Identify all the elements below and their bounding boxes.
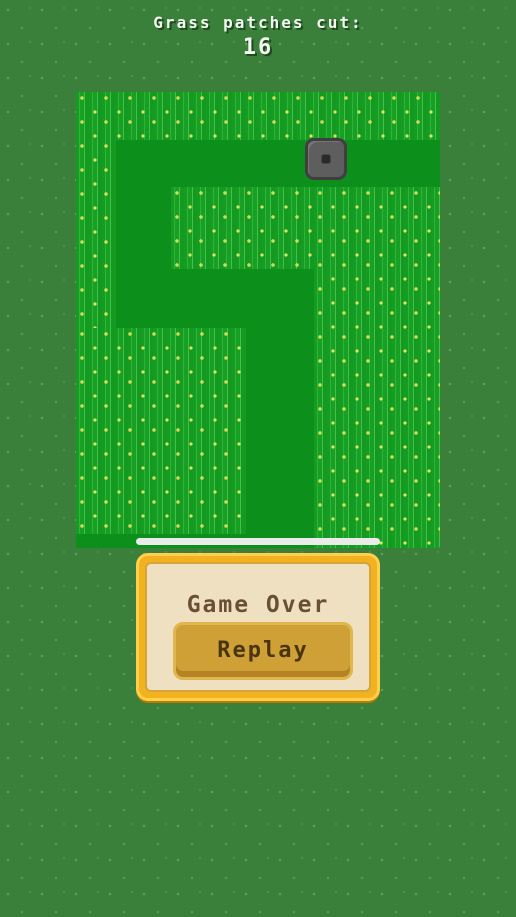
grass-patch	[76, 328, 246, 534]
hud: Grass patches cut: 16	[0, 12, 516, 62]
game-over-dialog: Game Over Replay	[136, 553, 380, 701]
progress-fill	[136, 538, 380, 545]
progress-bar	[136, 538, 380, 545]
game-over-panel: Game Over Replay	[145, 562, 371, 692]
grass-patch	[76, 140, 116, 328]
lawnmower-icon	[305, 138, 347, 180]
game-over-title: Game Over	[186, 592, 330, 618]
lawn-field[interactable]	[76, 92, 440, 548]
grass-cut-label: Grass patches cut:	[153, 13, 363, 32]
replay-button[interactable]: Replay	[173, 622, 353, 680]
grass-cut-count: 16	[242, 35, 274, 60]
grass-patch	[76, 92, 440, 140]
grass-patch	[314, 187, 440, 548]
grass-patch	[171, 187, 314, 269]
